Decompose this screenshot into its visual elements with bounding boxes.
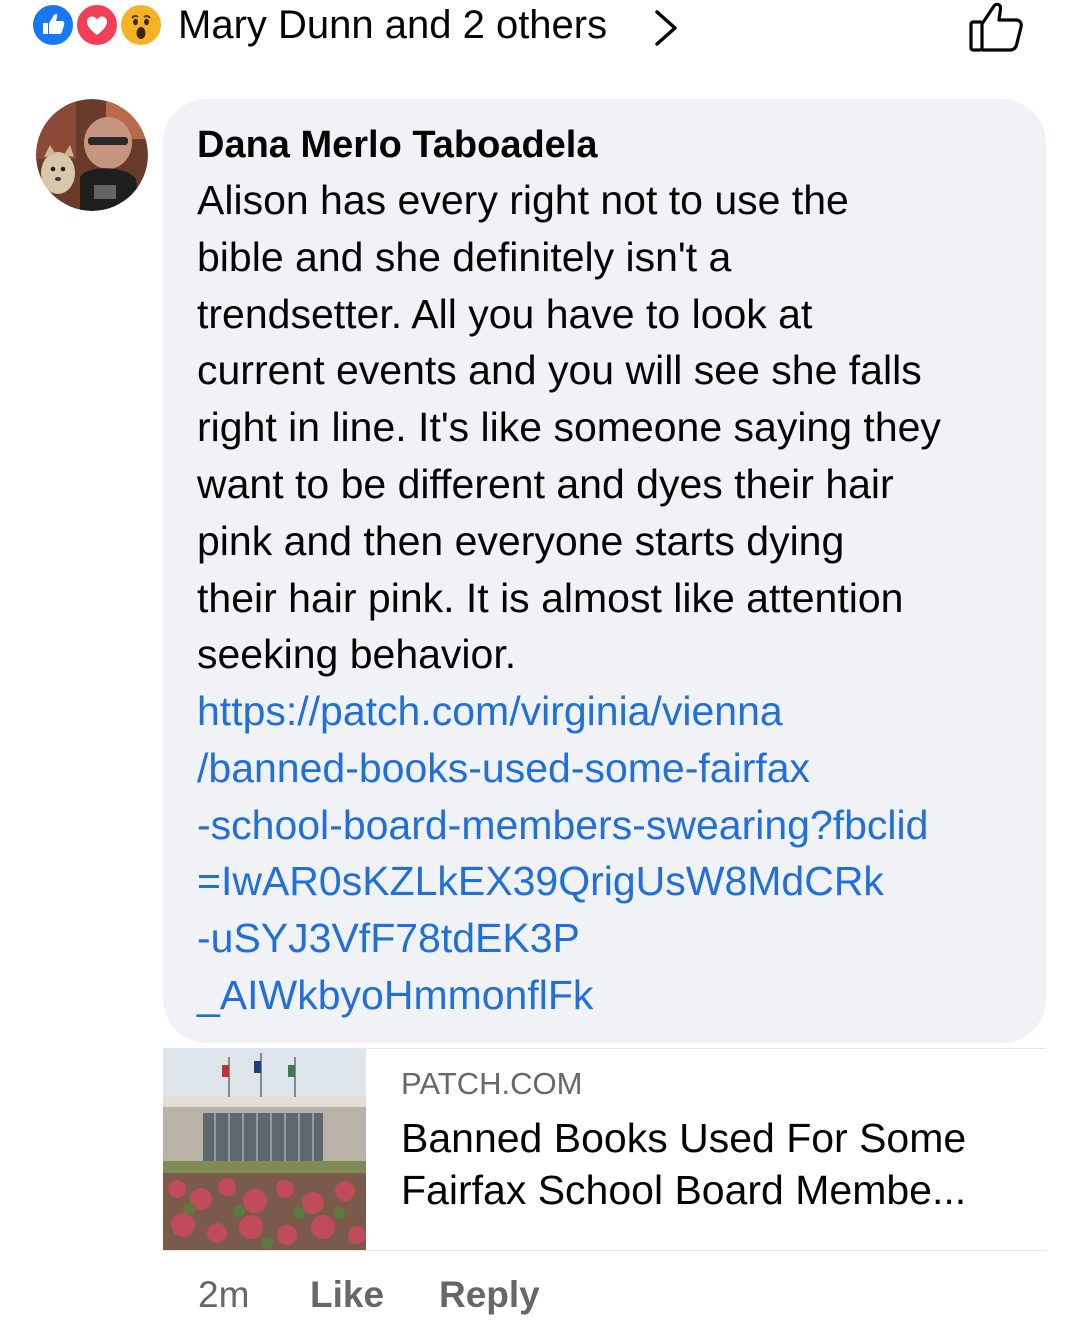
link-preview-title-line[interactable]: Banned Books Used For Some (401, 1112, 1021, 1164)
like-button[interactable]: Like (310, 1270, 384, 1320)
comment-text-line: Alison has every right not to use the (197, 177, 849, 223)
like-outline-icon[interactable] (966, 0, 1026, 56)
comment-text-line: pink and then everyone starts dying (197, 517, 845, 564)
comment-text-line: bible and she definitely isn't a (197, 233, 732, 280)
wow-icon (118, 2, 164, 48)
reactions-bar[interactable]: Mary Dunn and 2 others (30, 0, 1050, 52)
comment-link-line[interactable]: https://patch.com/virginia/vienna (197, 683, 1027, 740)
comment-link-line[interactable]: _AIWkbyoHmmonflFk (197, 967, 1027, 1024)
comment-bubble: Dana Merlo Taboadela Alison has every ri… (163, 99, 1046, 1043)
comment-text-line: their hair pink. It is almost like atten… (197, 574, 904, 621)
comment-link-line[interactable]: =IwAR0sKZLkEX39QrigUsW8MdCRk (197, 853, 1027, 910)
comment-timestamp[interactable]: 2m (198, 1270, 249, 1320)
comment-text-line: want to be different and dyes their hair (197, 460, 894, 507)
comment-text-line: seeking behavior. (197, 631, 517, 678)
comment-link-line[interactable]: -uSYJ3VfF78tdEK3P (197, 910, 1027, 967)
comment-text: Alison has every right not to use the bi… (197, 172, 1027, 683)
comment-text-line: current events and you will see she fall… (197, 347, 922, 394)
chevron-right-icon[interactable] (645, 6, 685, 50)
link-preview-title-line[interactable]: Fairfax School Board Membe... (401, 1164, 1021, 1216)
comment-link-line[interactable]: -school-board-members-swearing?fbclid (197, 797, 1027, 854)
avatar[interactable] (36, 99, 148, 211)
love-icon (74, 2, 120, 48)
comment-author[interactable]: Dana Merlo Taboadela (197, 123, 598, 167)
comment-text-line: right in line. It's like someone saying … (197, 404, 941, 451)
reaction-icons (30, 2, 172, 50)
reply-button[interactable]: Reply (439, 1270, 540, 1320)
comment-link[interactable]: https://patch.com/virginia/vienna /banne… (197, 683, 1027, 1024)
comment-text-line: trendsetter. All you have to look at (197, 290, 813, 337)
reactors-summary[interactable]: Mary Dunn and 2 others (178, 2, 607, 48)
link-preview-thumbnail[interactable] (163, 1049, 366, 1250)
comment-link-line[interactable]: /banned-books-used-some-fairfax (197, 740, 1027, 797)
like-icon (30, 2, 76, 48)
link-preview-domain: PATCH.COM (401, 1066, 583, 1101)
link-preview-title[interactable]: Banned Books Used For Some Fairfax Schoo… (401, 1112, 1021, 1216)
link-preview-card[interactable]: PATCH.COM Banned Books Used For Some Fai… (163, 1048, 1046, 1251)
